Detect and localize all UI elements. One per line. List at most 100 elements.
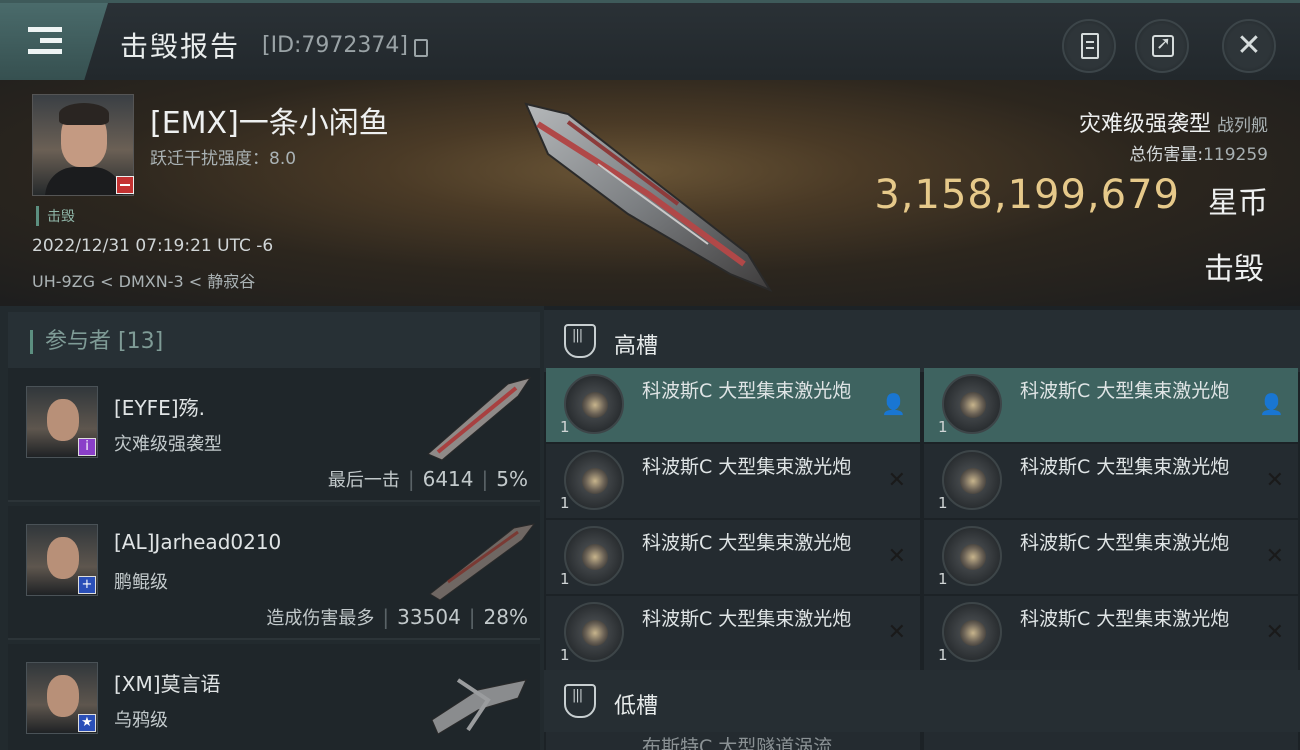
module-slot[interactable]: 1 科波斯C 大型集束激光炮 ✕ [924, 444, 1298, 518]
stat-label: 造成伤害最多 [266, 608, 375, 629]
ship-name: 灾难级强袭型 [1078, 112, 1211, 137]
victim-ship-type[interactable]: 灾难级强袭型 战列舰 [1079, 106, 1268, 138]
high-slot-title: 高槽 [614, 334, 659, 359]
victim-name[interactable]: [EMX]一条小闲鱼 [150, 98, 389, 142]
module-slot[interactable]: 1 科波斯C 大型集束激光炮 ✕ [924, 520, 1298, 594]
victim-ship-image[interactable] [508, 94, 788, 294]
high-slot-header: 高槽 [544, 310, 1300, 372]
participant-ship-image [427, 377, 532, 461]
x-icon: ✕ [1265, 544, 1284, 569]
participant-ship: 灾难级强袭型 [114, 434, 222, 455]
page-title: 击毁报告 [120, 30, 241, 63]
share-button[interactable] [1135, 19, 1189, 73]
stat-label: 最后一击 [327, 470, 400, 491]
module-name: 科波斯C 大型集束激光炮 [1020, 380, 1230, 402]
kill-datetime: 2022/12/31 07:19:21 UTC -6 [32, 236, 274, 256]
laser-module-icon [942, 526, 1002, 586]
module-slot[interactable]: 1 科波斯C 大型集束激光炮 ✕ [924, 596, 1298, 670]
module-slot[interactable]: 1 科波斯C 大型集束激光炮 👤 [924, 368, 1298, 442]
module-qty: 1 [938, 570, 948, 588]
module-qty: 1 [938, 494, 948, 512]
x-icon: ✕ [887, 544, 906, 569]
participant-row[interactable]: + [AL]Jarhead0210 鹏鲲级 造成伤害最多 | 33504 | 28% [8, 506, 540, 640]
corp-badge-icon: + [78, 576, 96, 594]
participant-stats: 造成伤害最多 | 33504 | 28% [266, 605, 528, 629]
pilot-icon: 👤 [881, 392, 906, 416]
module-qty: 1 [560, 646, 570, 664]
participant-name: [XM]莫言语 [114, 672, 221, 696]
isk-unit: 星币 [1208, 186, 1268, 221]
copy-icon[interactable] [414, 39, 428, 57]
kill-location[interactable]: UH-9ZG < DMXN-3 < 静寂谷 [32, 268, 255, 292]
destroyed-tag: 击毁 [36, 206, 75, 226]
module-qty: 1 [938, 418, 948, 436]
module-slot[interactable]: 布斯特C 大型隧道涡流... [546, 732, 920, 750]
total-damage: 总伤害量:119259 [1129, 140, 1268, 165]
hamburger-menu-icon[interactable] [0, 3, 108, 80]
module-name: 布斯特C 大型隧道涡流... [642, 736, 851, 750]
module-slot[interactable]: 1 科波斯C 大型集束激光炮 ✕ [546, 444, 920, 518]
participants-panel: 参与者 [13] i [EYFE]殇. 灾难级强袭型 最后一击 | 6414 | 5% … [0, 306, 544, 750]
x-icon: ✕ [887, 620, 906, 645]
document-list-icon [1081, 33, 1099, 59]
isk-value: 3,158,199,679 [874, 172, 1180, 218]
participant-ship-image [429, 523, 536, 601]
module-slot[interactable]: 1 科波斯C 大型集束激光炮 ✕ [546, 596, 920, 670]
module-qty: 1 [938, 646, 948, 664]
top-bar: 击毁报告 [ID:7972374] ✕ [0, 0, 1300, 80]
module-name: 科波斯C 大型集束激光炮 [1020, 456, 1230, 478]
laser-module-icon [564, 602, 624, 662]
warp-scramble-strength: 跃迁干扰强度：8.0 [150, 149, 297, 169]
stat-damage: 33504 [397, 605, 461, 629]
total-damage-value: 119259 [1203, 145, 1268, 165]
x-icon: ✕ [1265, 620, 1284, 645]
module-name: 科波斯C 大型集束激光炮 [1020, 532, 1230, 554]
laser-module-icon [564, 450, 624, 510]
participants-header: 参与者 [13] [8, 312, 540, 370]
stat-percent: 28% [483, 605, 528, 629]
participant-ship: 鹏鲲级 [114, 572, 168, 593]
ship-class: 战列舰 [1217, 116, 1268, 136]
module-qty: 1 [560, 418, 570, 436]
slot-icon [564, 684, 596, 718]
module-qty: 1 [560, 570, 570, 588]
participant-name: [AL]Jarhead0210 [114, 530, 282, 554]
module-name: 科波斯C 大型集束激光炮 [642, 380, 852, 402]
corp-badge-icon: i [78, 438, 96, 456]
laser-module-icon [564, 374, 624, 434]
module-name: 科波斯C 大型集束激光炮 [642, 608, 852, 630]
stat-percent: 5% [496, 467, 528, 491]
victim-banner: [EMX]一条小闲鱼 跃迁干扰强度：8.0 击毁 2022/12/31 07:1… [0, 80, 1300, 306]
participant-ship: 乌鸦级 [114, 710, 168, 731]
slot-icon [564, 324, 596, 358]
document-list-button[interactable] [1062, 19, 1116, 73]
participant-row[interactable]: ★ [XM]莫言语 乌鸦级 [8, 644, 540, 750]
participant-ship-image [431, 678, 527, 735]
participants-count: 参与者 [13] [30, 330, 163, 354]
stat-damage: 6414 [422, 467, 474, 491]
standing-negative-icon [116, 176, 134, 194]
module-name: 科波斯C 大型集束激光炮 [1020, 608, 1230, 630]
report-id: [ID:7972374] [262, 33, 408, 58]
module-name: 科波斯C 大型集束激光炮 [642, 532, 852, 554]
module-name: 科波斯C 大型集束激光炮 [642, 456, 852, 478]
module-slot[interactable]: 1 科波斯C 大型集束激光炮 ✕ [546, 520, 920, 594]
fitting-panel: 高槽 1 科波斯C 大型集束激光炮 👤 1 科波斯C 大型集束激光炮 👤 1 科… [544, 306, 1300, 750]
module-slot[interactable]: 1 科波斯C 大型集束激光炮 👤 [546, 368, 920, 442]
close-button[interactable]: ✕ [1222, 19, 1276, 73]
participant-row[interactable]: i [EYFE]殇. 灾难级强袭型 最后一击 | 6414 | 5% [8, 368, 540, 502]
laser-module-icon [564, 526, 624, 586]
low-slot-title: 低槽 [614, 694, 659, 719]
module-slot[interactable] [924, 732, 1298, 750]
participant-stats: 最后一击 | 6414 | 5% [327, 467, 528, 491]
x-icon: ✕ [1265, 468, 1284, 493]
corp-badge-icon: ★ [78, 714, 96, 732]
module-qty: 1 [560, 494, 570, 512]
low-slot-header: 低槽 [544, 670, 1300, 732]
laser-module-icon [942, 450, 1002, 510]
share-icon [1152, 33, 1174, 57]
close-icon: ✕ [1236, 28, 1262, 63]
pilot-icon: 👤 [1259, 392, 1284, 416]
x-icon: ✕ [887, 468, 906, 493]
laser-module-icon [942, 602, 1002, 662]
